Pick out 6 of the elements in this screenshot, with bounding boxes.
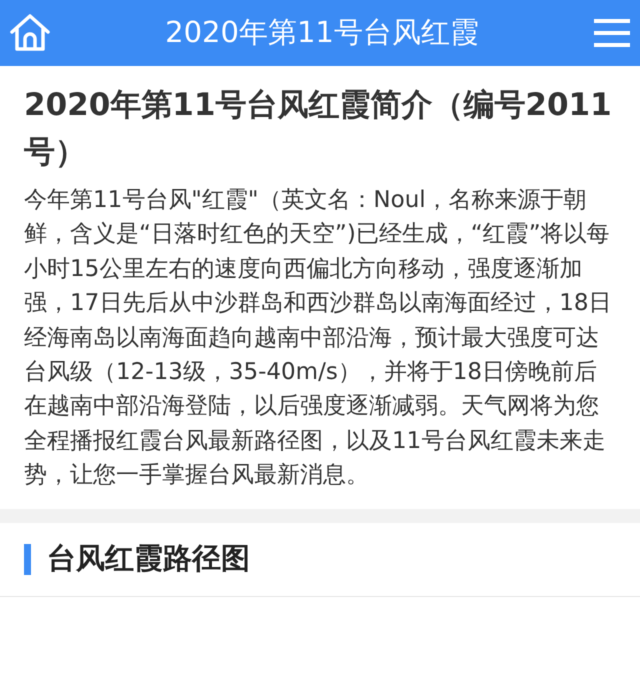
article-title: 2020年第11号台风红霞简介（编号2011 号） — [24, 86, 613, 172]
article-paragraph: 今年第11号台风"红霞"（英文名：Noul，名称来源于朝鲜，含义是“日落时红色的天空”)已经生成，“红霞”将以每小时15公里左右的速度向西偏北方向移动，强度逐渐加强，17日先后从中沙群岛和西沙群岛以南海面经过，18日经海南岛以南海面趋向越南中部沿海，预计最大强度可达台风级（12-13级，35-40m/s），并将于18日傍晚前后在越南中部沿海登陆，以后强度逐渐减弱。天气网将为您全程播报红霞台风最新路径图，以及11号台风红霞未来走势，让您一手掌握台风最新消息。 — [24, 186, 613, 490]
section-title: 台风红霞路径图 — [47, 540, 250, 578]
menu-icon[interactable] — [592, 17, 632, 49]
section-marker — [24, 544, 31, 575]
page-title: 2020年第11号台风红霞 — [165, 14, 479, 52]
